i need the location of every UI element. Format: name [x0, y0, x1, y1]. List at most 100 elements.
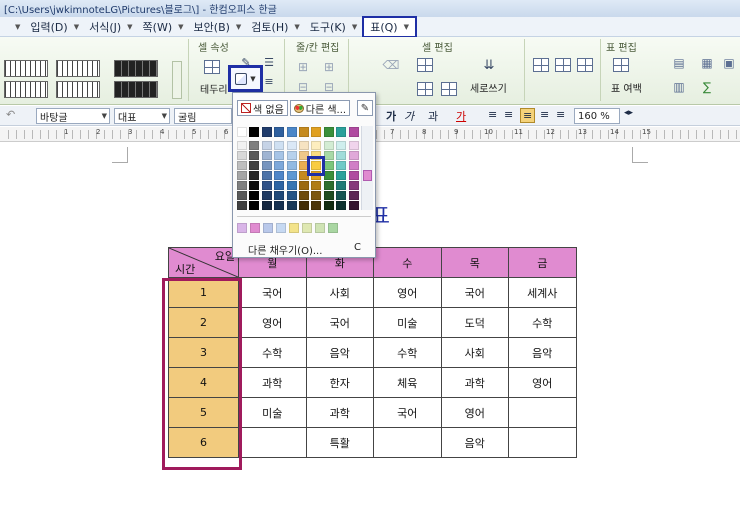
- color-swatch[interactable]: [274, 127, 285, 137]
- subject-cell[interactable]: 음악: [440, 427, 509, 458]
- color-swatch[interactable]: [237, 127, 247, 137]
- color-swatch[interactable]: [336, 161, 347, 170]
- corner-cell[interactable]: 요일 시간: [168, 247, 239, 278]
- color-swatch[interactable]: [261, 181, 272, 190]
- cell-size-button-2[interactable]: [552, 55, 574, 75]
- table-style-swatch[interactable]: [4, 81, 48, 98]
- menu-table[interactable]: 표(Q) ▼: [362, 15, 417, 38]
- color-swatch[interactable]: [336, 151, 347, 160]
- color-swatch[interactable]: [249, 171, 260, 180]
- menu-security[interactable]: 보안(B) ▼: [189, 18, 247, 36]
- color-swatch[interactable]: [274, 141, 285, 150]
- style-combo[interactable]: 바탕글 ▼: [36, 108, 110, 124]
- table-style-swatch[interactable]: [56, 81, 100, 98]
- table-props-button[interactable]: [610, 55, 632, 75]
- subject-cell[interactable]: 영어: [440, 397, 509, 428]
- menu-input[interactable]: 입력(D) ▼: [25, 18, 84, 36]
- subject-cell[interactable]: 수학: [508, 307, 577, 338]
- zoom-spinner-icon[interactable]: ◂▸: [624, 108, 633, 118]
- color-swatch[interactable]: [249, 181, 260, 190]
- color-swatch[interactable]: [286, 181, 297, 190]
- menu-page[interactable]: 쪽(W) ▼: [138, 18, 189, 36]
- font-color-icon[interactable]: 가: [386, 108, 396, 124]
- table-style-swatch[interactable]: [4, 60, 48, 77]
- align-justify-icon[interactable]: ≡: [520, 108, 536, 123]
- color-swatch[interactable]: [311, 127, 322, 137]
- distribute-icon[interactable]: ≡: [556, 108, 565, 121]
- merge-cells-button[interactable]: [414, 55, 436, 75]
- subject-cell[interactable]: 세계사: [508, 277, 577, 308]
- color-swatch[interactable]: [249, 127, 260, 137]
- color-swatch[interactable]: [348, 181, 359, 190]
- color-swatch[interactable]: [336, 191, 347, 200]
- color-swatch[interactable]: [249, 141, 260, 150]
- popup-scrollbar[interactable]: [361, 126, 373, 210]
- align-center-icon[interactable]: ≡: [504, 108, 513, 121]
- color-swatch[interactable]: [336, 201, 347, 210]
- color-swatch[interactable]: [348, 127, 359, 137]
- color-swatch[interactable]: [323, 181, 334, 190]
- color-swatch[interactable]: [299, 141, 309, 150]
- color-swatch[interactable]: [336, 171, 347, 180]
- color-swatch[interactable]: [348, 201, 359, 210]
- scroll-thumb[interactable]: [363, 170, 372, 181]
- color-swatch[interactable]: [336, 181, 347, 190]
- color-swatch[interactable]: [249, 151, 260, 160]
- italic-icon[interactable]: 가: [404, 108, 414, 124]
- color-swatch[interactable]: [261, 201, 272, 210]
- day-header[interactable]: 목: [440, 247, 509, 278]
- color-swatch[interactable]: [274, 191, 285, 200]
- recent-color-swatch[interactable]: [263, 223, 273, 233]
- color-swatch[interactable]: [261, 171, 272, 180]
- recent-color-swatch[interactable]: [276, 223, 286, 233]
- timetable[interactable]: 요일 시간 월 화 수 목 금 1 국어 사회 영어 국어 세계사 2 영어 국…: [168, 247, 577, 458]
- color-swatch[interactable]: [261, 191, 272, 200]
- period-cell[interactable]: 3: [168, 337, 239, 368]
- align-right-icon[interactable]: ≡: [540, 108, 549, 121]
- color-swatch[interactable]: [323, 201, 334, 210]
- strike-icon[interactable]: 과: [428, 108, 438, 124]
- border-button[interactable]: [201, 57, 223, 77]
- color-swatch[interactable]: [323, 171, 334, 180]
- color-swatch[interactable]: [274, 161, 285, 170]
- menu-review[interactable]: 검토(H) ▼: [246, 18, 305, 36]
- color-swatch[interactable]: [274, 201, 285, 210]
- color-swatch[interactable]: [237, 201, 247, 210]
- subject-cell[interactable]: 국어: [373, 397, 442, 428]
- color-swatch[interactable]: [323, 161, 334, 170]
- subject-cell[interactable]: 국어: [238, 277, 307, 308]
- ribbon-more-icon[interactable]: ▣: [718, 53, 740, 73]
- color-swatch[interactable]: [274, 171, 285, 180]
- table-split-icon[interactable]: ▥: [668, 77, 690, 97]
- font-combo[interactable]: 굴림: [174, 108, 232, 124]
- table-align-icon[interactable]: ▤: [668, 53, 690, 73]
- recent-color-swatch[interactable]: [289, 223, 299, 233]
- subject-cell[interactable]: 과학: [440, 367, 509, 398]
- day-header[interactable]: 금: [508, 247, 577, 278]
- color-swatch[interactable]: [261, 141, 272, 150]
- subject-cell[interactable]: 과학: [305, 397, 374, 428]
- subject-cell[interactable]: 수학: [373, 337, 442, 368]
- text-color-icon[interactable]: 가: [456, 108, 466, 124]
- table-style-gallery[interactable]: [2, 59, 170, 101]
- subject-cell[interactable]: 음악: [508, 337, 577, 368]
- subject-cell[interactable]: 한자: [305, 367, 374, 398]
- table-style-swatch[interactable]: [114, 60, 158, 77]
- subject-cell[interactable]: [508, 397, 577, 428]
- subject-cell[interactable]: 미술: [238, 397, 307, 428]
- color-swatch[interactable]: [348, 161, 359, 170]
- color-swatch[interactable]: [237, 161, 247, 170]
- recent-color-swatch[interactable]: [302, 223, 312, 233]
- color-swatch[interactable]: [299, 191, 309, 200]
- color-swatch[interactable]: [311, 191, 322, 200]
- subject-cell[interactable]: 영어: [508, 367, 577, 398]
- cell-fill-button[interactable]: ▼: [228, 65, 263, 92]
- color-swatch[interactable]: [323, 191, 334, 200]
- other-color-button[interactable]: 다른 색...: [289, 100, 351, 116]
- recent-color-swatch[interactable]: [315, 223, 325, 233]
- color-swatch[interactable]: [237, 181, 247, 190]
- color-swatch[interactable]: [286, 141, 297, 150]
- color-swatch[interactable]: [237, 171, 247, 180]
- subject-cell[interactable]: 특활: [305, 427, 374, 458]
- color-swatch[interactable]: [299, 127, 309, 137]
